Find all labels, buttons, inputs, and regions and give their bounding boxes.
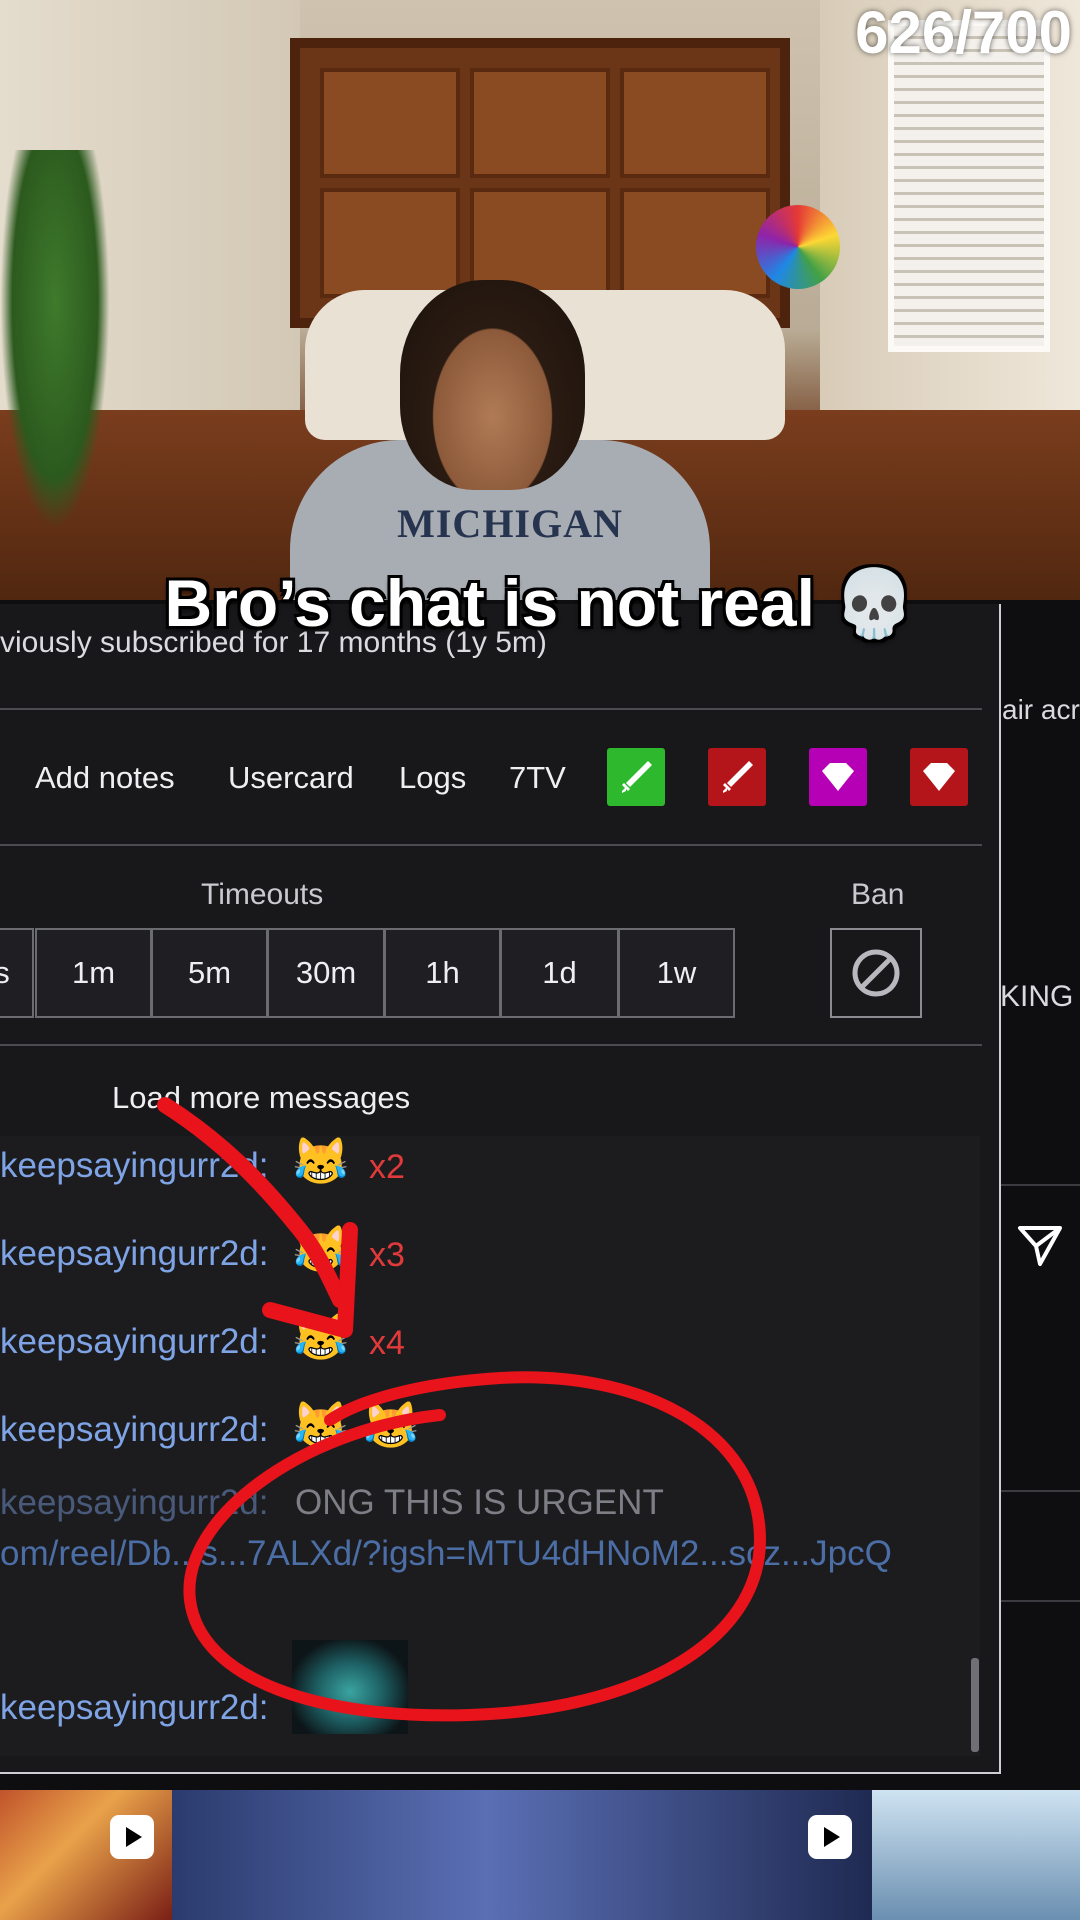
7tv-link[interactable]: 7TV <box>509 760 566 796</box>
timeout-seconds-button[interactable]: s <box>0 928 34 1018</box>
diamond-icon <box>923 763 955 791</box>
cat-joy-emote: 😹 <box>292 1223 350 1275</box>
emote-multiplier: x4 <box>369 1324 405 1362</box>
play-icon[interactable] <box>110 1815 154 1859</box>
chat-username[interactable]: keepsayingurr2d: <box>0 1410 269 1450</box>
side-chat-text: KING C <box>1000 980 1080 1013</box>
chat-username[interactable]: keepsayingurr2d: <box>0 1322 269 1362</box>
reel-link[interactable]: om/reel/Db...s...7ALXd/?igsh=MTU4dHNoM2.… <box>0 1534 892 1574</box>
side-chat-strip <box>1001 604 1080 1774</box>
diamond-icon <box>822 763 854 791</box>
video-feed-strip <box>0 1790 1080 1920</box>
send-icon[interactable] <box>1014 1220 1066 1272</box>
ban-icon <box>852 949 900 997</box>
vip-button[interactable] <box>607 748 665 806</box>
7tv-badge-button[interactable] <box>910 748 968 806</box>
video-caption: Bro’s chat is not real 💀 <box>164 566 916 640</box>
chat-scrollbar[interactable] <box>971 1658 979 1752</box>
timeout-30m-button[interactable]: 30m <box>267 928 385 1018</box>
play-icon[interactable] <box>808 1815 852 1859</box>
stream-video: MICHIGAN <box>0 0 1080 600</box>
7tv-paint-button[interactable] <box>809 748 867 806</box>
cat-joy-emote: 😹 <box>292 1311 350 1363</box>
timeout-5m-button[interactable]: 5m <box>151 928 268 1018</box>
ban-button[interactable] <box>830 928 922 1018</box>
cat-joy-emote: 😹 😹 <box>292 1399 420 1451</box>
sword-icon <box>622 761 652 793</box>
load-more-messages-link[interactable]: Load more messages <box>112 1080 410 1116</box>
add-notes-link[interactable]: Add notes <box>35 760 175 796</box>
ban-label: Ban <box>851 878 905 911</box>
chat-username[interactable]: keepsayingurr2d: <box>0 1483 269 1523</box>
logs-link[interactable]: Logs <box>399 760 466 796</box>
stream-counter: 626/700 <box>855 0 1072 66</box>
urgent-message-text: ONG THIS IS URGENT <box>295 1483 664 1522</box>
chat-username[interactable]: keepsayingurr2d: <box>0 1234 269 1274</box>
cat-joy-emote: 😹 <box>292 1135 350 1187</box>
sword-icon <box>723 761 753 793</box>
side-chat-text: air acr <box>1002 694 1080 725</box>
chat-username[interactable]: keepsayingurr2d: <box>0 1688 269 1728</box>
timeout-1w-button[interactable]: 1w <box>618 928 735 1018</box>
emote-multiplier: x2 <box>369 1148 405 1186</box>
timeout-1h-button[interactable]: 1h <box>384 928 501 1018</box>
emote-multiplier: x3 <box>369 1236 405 1274</box>
timeout-1d-button[interactable]: 1d <box>500 928 619 1018</box>
emote-image <box>292 1640 408 1734</box>
usercard-link[interactable]: Usercard <box>228 760 354 796</box>
mod-button[interactable] <box>708 748 766 806</box>
chat-username[interactable]: keepsayingurr2d: <box>0 1146 269 1186</box>
timeout-1m-button[interactable]: 1m <box>35 928 152 1018</box>
timeouts-label: Timeouts <box>201 878 324 911</box>
